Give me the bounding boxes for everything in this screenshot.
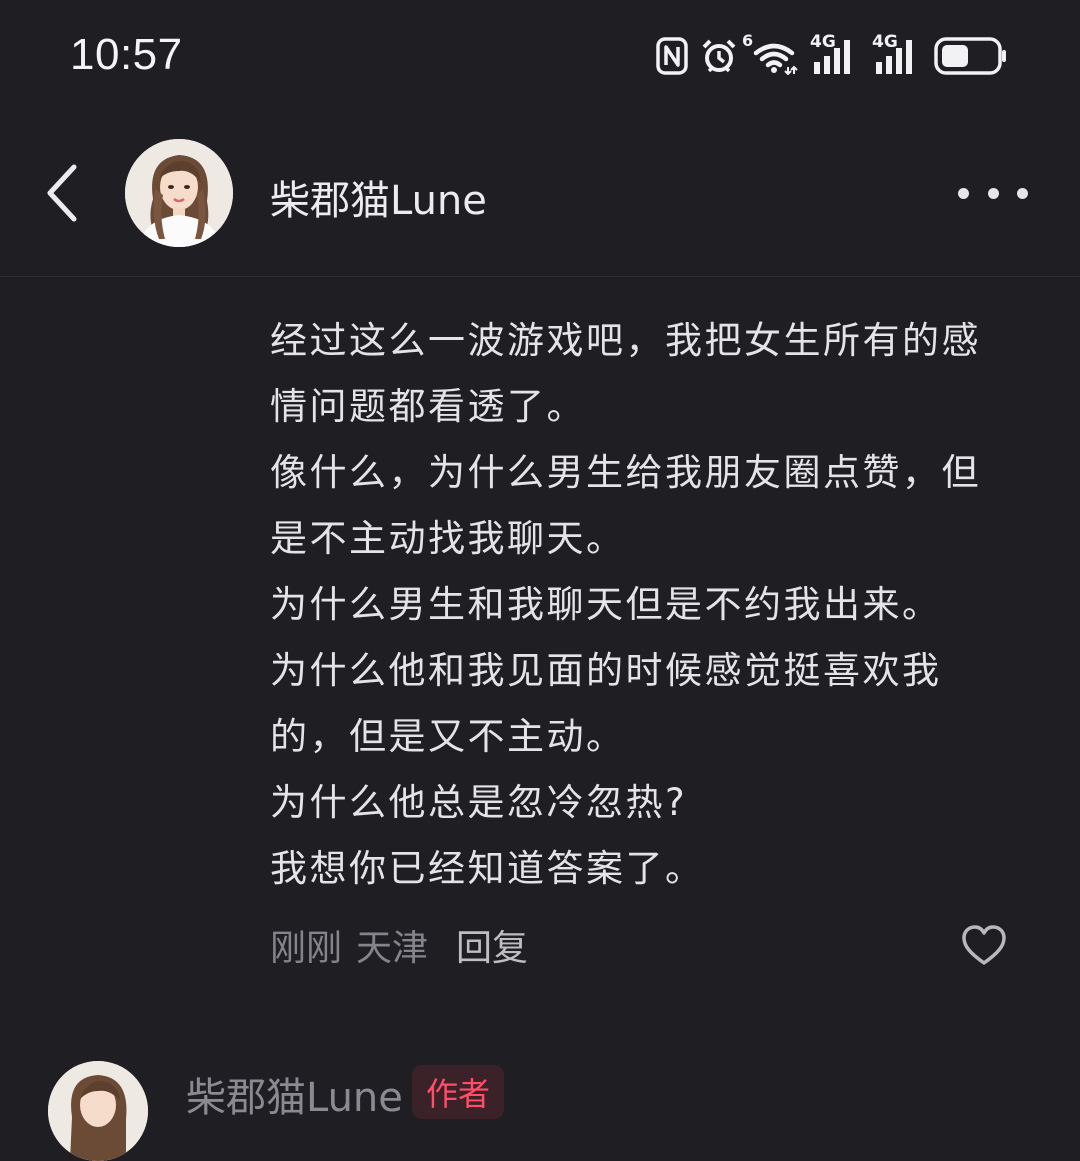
more-dot-icon <box>958 187 969 199</box>
comment-line: 是不主动找我聊天。 <box>270 517 626 560</box>
comment-header: 柴郡猫Lune <box>0 110 1080 277</box>
comment-meta: 刚刚 天津 回复 <box>270 917 528 973</box>
wifi-6-label: 6 <box>742 31 754 50</box>
more-dot-icon <box>987 187 999 199</box>
more-dot-icon <box>1017 187 1028 199</box>
wifi-6-icon: 6 <box>742 31 798 75</box>
reply-button[interactable]: 回复 <box>456 919 528 971</box>
avatar[interactable] <box>48 1061 148 1161</box>
like-button[interactable] <box>960 922 1008 970</box>
status-bar: 10:57 6 4G 4G <box>0 0 1080 110</box>
heart-icon <box>962 925 1006 965</box>
comment-line: 我想你已经知道答案了。 <box>270 847 705 890</box>
comment-line: 为什么男生和我聊天但是不约我出来。 <box>270 583 942 626</box>
battery-icon <box>934 36 1008 76</box>
comment-line: 为什么他总是忽冷忽热? <box>270 781 688 824</box>
back-button[interactable] <box>38 160 86 226</box>
signal-4g-icon: 4G <box>810 32 860 76</box>
comment-line: 像什么，为什么男生给我朋友圈点赞，但 <box>270 451 981 494</box>
next-comment-username[interactable]: 柴郡猫Lune <box>186 1065 403 1123</box>
next-comment[interactable]: 柴郡猫Lune 作者 <box>0 1055 1080 1161</box>
comment-line: 为什么他和我见面的时候感觉挺喜欢我 <box>270 649 942 692</box>
comment-time: 刚刚 <box>270 928 343 969</box>
more-options-button[interactable] <box>958 176 1028 210</box>
comment-line: 的，但是又不主动。 <box>270 715 626 758</box>
avatar[interactable] <box>125 139 233 247</box>
chevron-left-icon <box>47 164 77 222</box>
nfc-icon <box>656 37 688 75</box>
author-badge: 作者 <box>412 1065 505 1119</box>
header-username[interactable]: 柴郡猫Lune <box>270 168 487 226</box>
status-icons: 6 4G 4G <box>656 31 1008 78</box>
comment-text: 经过这么一波游戏吧，我把女生所有的感 情问题都看透了。 像什么，为什么男生给我朋… <box>270 308 1040 902</box>
comment-line: 经过这么一波游戏吧，我把女生所有的感 <box>270 319 981 362</box>
signal-4g-icon: 4G <box>872 32 922 76</box>
comment-location: 天津 <box>356 928 429 969</box>
status-time: 10:57 <box>70 30 183 79</box>
comment-line: 情问题都看透了。 <box>270 385 586 428</box>
alarm-icon <box>700 37 738 75</box>
